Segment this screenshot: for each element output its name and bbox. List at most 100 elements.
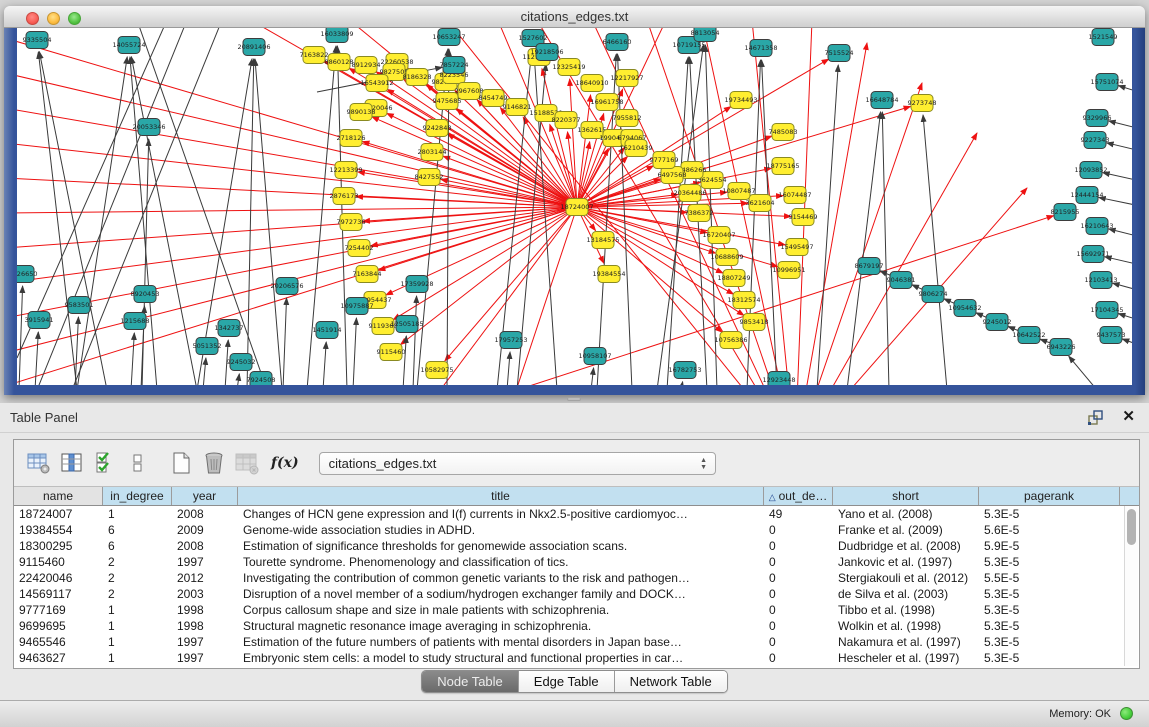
- table-cell[interactable]: 2: [103, 554, 172, 570]
- table-cell[interactable]: Hescheler et al. (1997): [833, 650, 979, 666]
- table-cell[interactable]: 9465546: [14, 634, 103, 650]
- network-node[interactable]: 10688609: [710, 249, 743, 266]
- network-node[interactable]: 19384554: [592, 266, 625, 283]
- network-node[interactable]: 7386372: [685, 205, 714, 222]
- network-node[interactable]: 15751074: [1090, 74, 1123, 91]
- network-node[interactable]: 5051352: [193, 338, 222, 355]
- table-cell[interactable]: 1: [103, 634, 172, 650]
- table-cell[interactable]: Embryonic stem cells: a model to study s…: [238, 650, 764, 666]
- network-node[interactable]: 16210643: [1080, 218, 1113, 235]
- network-edge[interactable]: [39, 52, 107, 385]
- table-cell[interactable]: 1998: [172, 618, 238, 634]
- table-cell[interactable]: 5.6E-5: [979, 522, 1120, 538]
- table-cell[interactable]: Dudbridge et al. (2008): [833, 538, 979, 554]
- table-row[interactable]: 1872400712008Changes of HCN gene express…: [14, 506, 1139, 522]
- table-cell[interactable]: 1: [103, 506, 172, 522]
- table-cell[interactable]: Yano et al. (2008): [833, 506, 979, 522]
- table-cell[interactable]: Tibbo et al. (1998): [833, 602, 979, 618]
- network-edge[interactable]: [591, 368, 594, 385]
- table-cell[interactable]: 18724007: [14, 506, 103, 522]
- table-row[interactable]: 969969511998Structural magnetic resonanc…: [14, 618, 1139, 634]
- network-edge[interactable]: [1109, 121, 1132, 130]
- network-canvas[interactable]: 1872400711215448122179271973449374850831…: [17, 28, 1132, 385]
- network-node[interactable]: 9777169: [650, 152, 679, 169]
- table-cell[interactable]: 22420046: [14, 570, 103, 586]
- network-node[interactable]: 17957253: [494, 332, 527, 349]
- network-edge[interactable]: [353, 318, 356, 385]
- network-node[interactable]: 15692971: [1076, 246, 1109, 263]
- network-node[interactable]: 8912934: [352, 57, 381, 74]
- network-edge[interactable]: [1113, 283, 1132, 292]
- network-edge[interactable]: [19, 286, 23, 385]
- network-edge[interactable]: [681, 382, 683, 385]
- table-cell[interactable]: 0: [764, 602, 833, 618]
- network-edge[interactable]: [1069, 356, 1097, 385]
- network-edge[interactable]: [17, 108, 577, 207]
- table-cell[interactable]: 0: [764, 634, 833, 650]
- network-node[interactable]: 12213399: [329, 162, 362, 179]
- table-cell[interactable]: 0: [764, 570, 833, 586]
- network-edge[interactable]: [413, 296, 417, 385]
- table-cell[interactable]: 2: [103, 570, 172, 586]
- network-node[interactable]: 8215955: [1051, 204, 1080, 221]
- network-node[interactable]: 18775165: [766, 158, 799, 175]
- table-row[interactable]: 2242004622012Investigating the contribut…: [14, 570, 1139, 586]
- network-node[interactable]: 10642522: [1012, 327, 1045, 344]
- function-builder-icon[interactable]: f(x): [271, 455, 299, 471]
- table-cell[interactable]: Wolkin et al. (1998): [833, 618, 979, 634]
- column-header-name[interactable]: name: [14, 487, 103, 505]
- table-cell[interactable]: 0: [764, 650, 833, 666]
- tab-node-table[interactable]: Node Table: [422, 671, 518, 692]
- network-edge[interactable]: [35, 332, 38, 385]
- network-edge[interactable]: [1099, 197, 1132, 207]
- table-cell[interactable]: 6: [103, 538, 172, 554]
- table-cell[interactable]: 2: [103, 586, 172, 602]
- table-cell[interactable]: Nakamura et al. (1997): [833, 634, 979, 650]
- new-table-icon[interactable]: [168, 451, 194, 475]
- network-node[interactable]: 17104345: [1090, 302, 1123, 319]
- tab-edge-table[interactable]: Edge Table: [518, 671, 614, 692]
- network-edge[interactable]: [323, 342, 326, 385]
- network-edge[interactable]: [497, 207, 577, 385]
- network-node[interactable]: 9890138: [347, 104, 376, 121]
- network-node[interactable]: 16033809: [320, 28, 353, 43]
- network-edge[interactable]: [1109, 229, 1132, 238]
- table-cell[interactable]: 1: [103, 650, 172, 666]
- network-node[interactable]: 20206576: [270, 278, 303, 295]
- table-cell[interactable]: 5.3E-5: [979, 602, 1120, 618]
- table-row[interactable]: 1456911722003Disruption of a novel membe…: [14, 586, 1139, 602]
- network-edge[interactable]: [17, 207, 577, 283]
- memory-status-icon[interactable]: [1120, 707, 1133, 720]
- network-edge[interactable]: [38, 52, 77, 385]
- table-cell[interactable]: 5.3E-5: [979, 586, 1120, 602]
- table-cell[interactable]: 2012: [172, 570, 238, 586]
- network-edge[interactable]: [1122, 339, 1132, 347]
- network-edge[interactable]: [1107, 143, 1132, 152]
- network-edge[interactable]: [37, 28, 187, 385]
- network-node[interactable]: 10756386: [714, 332, 747, 349]
- table-cell[interactable]: 5.3E-5: [979, 618, 1120, 634]
- table-cell[interactable]: 0: [764, 522, 833, 538]
- manage-columns-icon[interactable]: [26, 451, 52, 475]
- network-node[interactable]: 20891406: [237, 39, 270, 56]
- network-edge[interactable]: [397, 207, 577, 385]
- network-node[interactable]: 3915941: [25, 312, 54, 329]
- table-cell[interactable]: 6: [103, 522, 172, 538]
- table-cell[interactable]: 2009: [172, 522, 238, 538]
- table-row[interactable]: 1830029562008Estimation of significance …: [14, 538, 1139, 554]
- table-cell[interactable]: de Silva et al. (2003): [833, 586, 979, 602]
- table-row[interactable]: 977716911998Corpus callosum shape and si…: [14, 602, 1139, 618]
- float-panel-icon[interactable]: [1087, 409, 1105, 427]
- network-edge[interactable]: [403, 336, 406, 385]
- network-node[interactable]: 18807249: [717, 270, 750, 287]
- table-cell[interactable]: Franke et al. (2009): [833, 522, 979, 538]
- network-node[interactable]: 6466160: [603, 34, 632, 51]
- column-header-title[interactable]: title: [238, 487, 764, 505]
- network-node[interactable]: 19734493: [724, 92, 757, 109]
- network-node[interactable]: 8220377: [552, 112, 581, 129]
- network-node[interactable]: 1215688: [121, 313, 150, 330]
- network-node[interactable]: 16074487: [778, 187, 811, 204]
- table-cell[interactable]: 9699695: [14, 618, 103, 634]
- network-node[interactable]: 9154469: [789, 209, 818, 226]
- network-node[interactable]: 9335504: [23, 32, 52, 49]
